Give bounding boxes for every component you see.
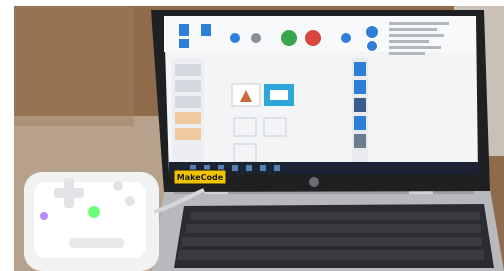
save-icon [179,39,189,48]
sticker: MakeCode [173,169,227,185]
back-icon [230,33,240,43]
app-toolbar [164,16,476,55]
file-icon [179,24,189,36]
button-b [125,196,135,206]
right-sidebar [352,58,368,170]
table-highlight [14,6,134,126]
photo: MakeCode [14,6,504,271]
led-green [88,206,100,218]
block-palette [172,58,204,170]
help-icon [341,33,351,43]
button-a [113,181,123,191]
led-purple [40,212,48,220]
edit-icon [201,24,211,36]
stop-icon [305,30,321,46]
robot-controller [24,172,159,271]
gear-icon [367,41,377,51]
sticker-text: MakeCode [177,173,224,182]
play-icon [281,30,297,46]
info-icon [366,26,378,38]
laptop-logo [309,177,319,187]
settings-icon [251,33,261,43]
